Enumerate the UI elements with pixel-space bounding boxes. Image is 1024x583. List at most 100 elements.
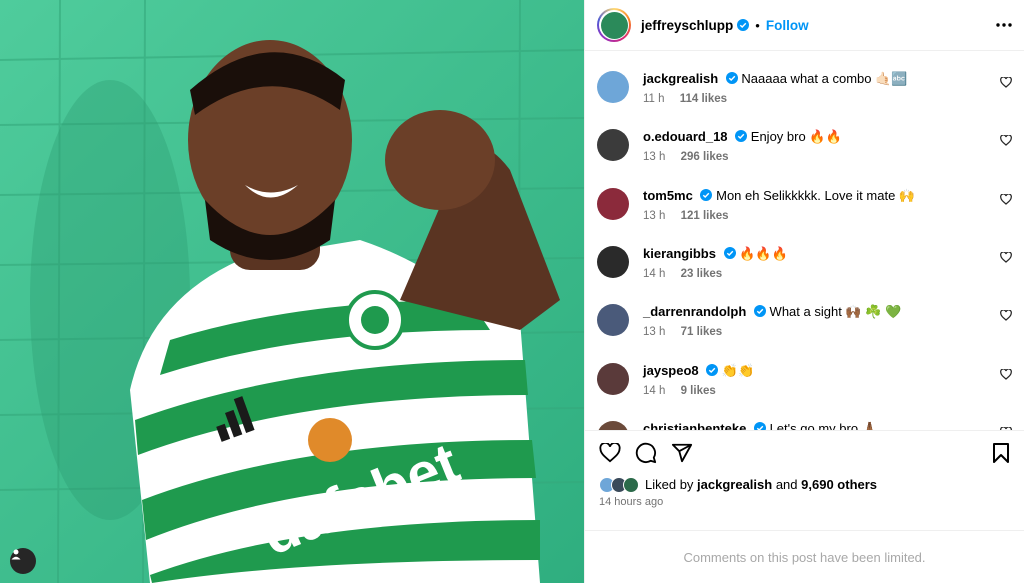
comment-time[interactable]: 13 h: [643, 210, 665, 222]
comment-row: kierangibbs 🔥🔥🔥 14 h 23 likes: [597, 226, 1012, 284]
liker-avatar: [623, 476, 639, 493]
heart-icon: [1000, 309, 1012, 322]
comment-likes[interactable]: 114 likes: [680, 93, 727, 105]
post-header: jeffreyschlupp • Follow: [585, 0, 1024, 52]
comment-meta: 13 h 71 likes: [643, 326, 1012, 338]
commenter-avatar[interactable]: [597, 362, 629, 395]
comment-likes[interactable]: 23 likes: [681, 268, 723, 280]
comment-text: Naaaaa what a combo 🤙🏻🔤: [741, 71, 908, 87]
commenter-avatar[interactable]: [597, 304, 629, 337]
comment-time[interactable]: 13 h: [643, 151, 665, 163]
tagged-users-button[interactable]: [10, 548, 36, 574]
comment-body: tom5mc Mon eh Selikkkkk. Love it mate 🙌 …: [643, 188, 1012, 222]
comment-row: jackgrealish Naaaaa what a combo 🤙🏻🔤 11 …: [597, 51, 1012, 109]
post-side-panel: jeffreyschlupp • Follow jackgrealish Naa…: [584, 0, 1024, 583]
verified-badge-icon: [737, 19, 750, 31]
comment-body: o.edouard_18 Enjoy bro 🔥🔥 13 h 296 likes: [643, 129, 1012, 163]
liked-by-prefix: Liked by: [645, 477, 694, 493]
comment-likes[interactable]: 9 likes: [681, 385, 716, 397]
commenter-username[interactable]: jayspeo8: [643, 363, 699, 378]
comment-row: o.edouard_18 Enjoy bro 🔥🔥 13 h 296 likes: [597, 109, 1012, 167]
comment-meta: 14 h 9 likes: [643, 385, 1012, 397]
comment-like-button[interactable]: [1000, 308, 1012, 326]
author-username[interactable]: jeffreyschlupp: [641, 18, 733, 33]
commenter-username[interactable]: o.edouard_18: [643, 129, 728, 144]
share-button[interactable]: [671, 442, 693, 464]
more-options-button[interactable]: [996, 23, 1012, 27]
comment-text: Let's go my bro 🙏🏾: [769, 420, 878, 430]
comment-like-button[interactable]: [1000, 250, 1012, 268]
comment-body: christianbenteke Let's go my bro 🙏🏾: [643, 421, 1012, 430]
more-options-icon: [996, 23, 1012, 27]
heart-icon: [1000, 426, 1012, 430]
comments-limited-notice: Comments on this post have been limited.: [585, 530, 1024, 583]
comment-time[interactable]: 14 h: [643, 268, 665, 280]
like-button[interactable]: [599, 442, 621, 463]
comment-time[interactable]: 13 h: [643, 326, 665, 338]
heart-icon: [1000, 134, 1012, 147]
comment-text: 👏👏: [721, 362, 755, 378]
comment-row: tom5mc Mon eh Selikkkkk. Love it mate 🙌 …: [597, 168, 1012, 226]
commenter-username[interactable]: tom5mc: [643, 188, 693, 203]
liked-by-others[interactable]: 9,690 others: [801, 477, 877, 492]
post-timestamp[interactable]: 14 hours ago: [585, 494, 1024, 514]
commenter-avatar[interactable]: [597, 71, 629, 104]
comment-like-button[interactable]: [1000, 425, 1012, 430]
comment-likes[interactable]: 121 likes: [681, 210, 729, 222]
comment-like-button[interactable]: [1000, 367, 1012, 385]
verified-badge-icon: [723, 246, 736, 259]
comment-body: jayspeo8 👏👏 14 h 9 likes: [643, 363, 1012, 397]
heart-icon: [1000, 192, 1012, 205]
likes-summary[interactable]: Liked by jackgrealish and 9,690 others: [585, 475, 1024, 495]
verified-badge-icon: [700, 188, 713, 201]
comment-time[interactable]: 14 h: [643, 385, 665, 397]
comment-row: jayspeo8 👏👏 14 h 9 likes: [597, 343, 1012, 401]
send-icon: [671, 443, 693, 462]
post-image: dafabet: [0, 0, 584, 583]
comment-likes[interactable]: 296 likes: [681, 151, 729, 163]
comments-list[interactable]: jackgrealish Naaaaa what a combo 🤙🏻🔤 11 …: [585, 51, 1024, 430]
commenter-username[interactable]: jackgrealish: [643, 71, 718, 86]
commenter-username[interactable]: kierangibbs: [643, 246, 716, 261]
verified-badge-icon: [725, 72, 738, 85]
comment-text: 🔥🔥🔥: [739, 245, 788, 261]
comment-like-button[interactable]: [1000, 192, 1012, 210]
instagram-post-view: dafabet jeffreyschlupp • Follow jackgrea…: [0, 0, 1024, 583]
comment-body: jackgrealish Naaaaa what a combo 🤙🏻🔤 11 …: [643, 71, 1012, 105]
comment-button[interactable]: [635, 442, 657, 464]
comment-time[interactable]: 11 h: [643, 93, 665, 105]
liker-avatars: [599, 476, 639, 493]
comment-meta: 11 h 114 likes: [643, 93, 1012, 105]
heart-icon: [1000, 76, 1012, 88]
commenter-avatar[interactable]: [597, 245, 629, 278]
author-avatar-image: [600, 11, 628, 39]
heart-icon: [1000, 251, 1012, 263]
follow-button[interactable]: Follow: [766, 18, 809, 33]
comment-body: kierangibbs 🔥🔥🔥 14 h 23 likes: [643, 246, 1012, 280]
save-button[interactable]: [992, 442, 1010, 464]
user-icon: [11, 549, 21, 560]
author-avatar[interactable]: [597, 8, 631, 42]
comment-row: _darrenrandolph What a sight 🙌🏾 ☘️ 💚 13 …: [597, 284, 1012, 342]
comment-like-button[interactable]: [1000, 133, 1012, 151]
post-photo: dafabet: [0, 0, 584, 583]
comment-text: What a sight 🙌🏾 ☘️ 💚: [769, 304, 902, 320]
comment-body: _darrenrandolph What a sight 🙌🏾 ☘️ 💚 13 …: [643, 304, 1012, 338]
verified-badge-icon: [706, 363, 719, 376]
comment-like-button[interactable]: [1000, 75, 1012, 93]
commenter-avatar[interactable]: [597, 420, 629, 430]
comment-meta: 14 h 23 likes: [643, 268, 1012, 280]
verified-badge-icon: [753, 305, 766, 318]
liked-by-user[interactable]: jackgrealish: [697, 477, 772, 492]
liked-by-and: and: [775, 477, 798, 493]
commenter-username[interactable]: _darrenrandolph: [643, 304, 746, 319]
action-bar: [585, 429, 1024, 475]
separator-dot: •: [755, 17, 760, 33]
commenter-avatar[interactable]: [597, 187, 629, 220]
comment-text: Enjoy bro 🔥🔥: [750, 129, 842, 145]
comment-likes[interactable]: 71 likes: [681, 326, 723, 338]
comment-meta: 13 h 121 likes: [643, 210, 1012, 222]
heart-icon: [1000, 367, 1012, 380]
commenter-avatar[interactable]: [597, 129, 629, 162]
commenter-username[interactable]: christianbenteke: [643, 421, 746, 430]
